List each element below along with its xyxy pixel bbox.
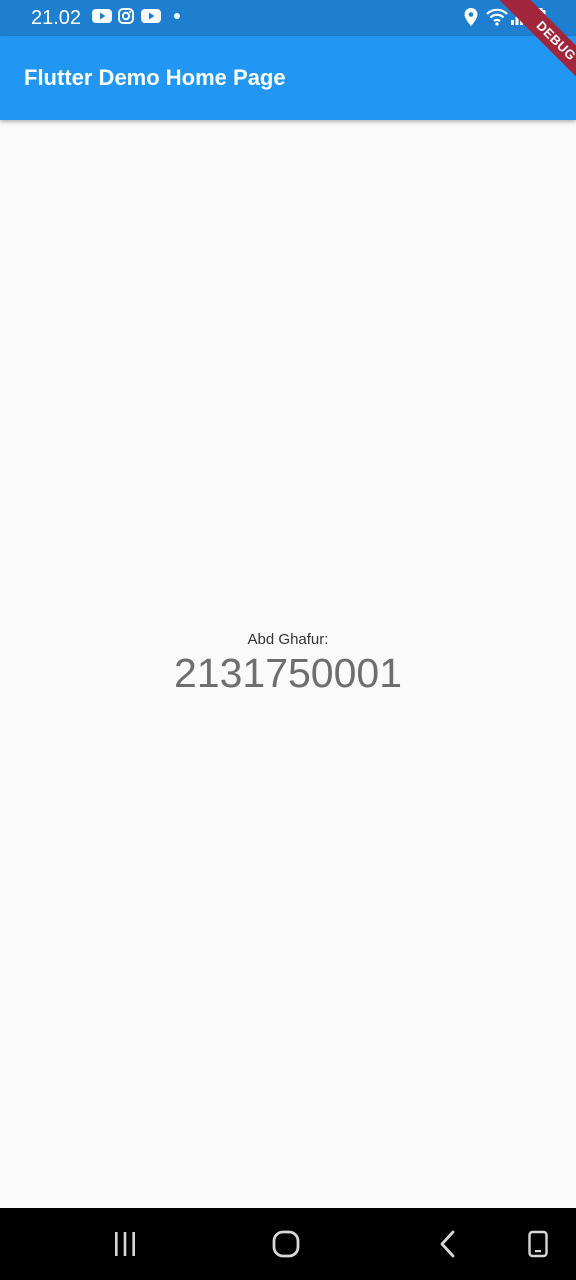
instagram-icon <box>118 8 134 24</box>
rotate-icon <box>528 1230 548 1258</box>
back-button[interactable] <box>428 1228 468 1260</box>
youtube-icon <box>92 9 112 23</box>
recent-apps-button[interactable] <box>105 1228 145 1260</box>
dot-icon <box>174 13 180 19</box>
signal-icon <box>511 9 528 25</box>
name-label: Abd Ghafur: <box>247 631 329 648</box>
status-bar: 21.02 <box>0 0 576 36</box>
app-screen: 21.02 Flutter Demo Home Page DEBUG Abd G… <box>0 0 576 1280</box>
youtube-icon <box>141 9 161 23</box>
app-bar: Flutter Demo Home Page <box>0 36 576 120</box>
student-number: 2131750001 <box>173 650 403 696</box>
recent-apps-icon <box>115 1232 135 1256</box>
app-title: Flutter Demo Home Page <box>24 65 286 90</box>
battery-icon <box>534 8 546 26</box>
back-icon <box>440 1230 455 1258</box>
home-button[interactable] <box>266 1228 306 1260</box>
rotate-button[interactable] <box>518 1228 558 1260</box>
status-time: 21.02 <box>31 7 82 29</box>
navigation-bar <box>0 1208 576 1280</box>
main-content: Abd Ghafur: 2131750001 <box>0 120 576 1208</box>
wifi-icon <box>486 8 508 26</box>
location-icon <box>464 8 478 26</box>
home-icon <box>272 1230 300 1258</box>
